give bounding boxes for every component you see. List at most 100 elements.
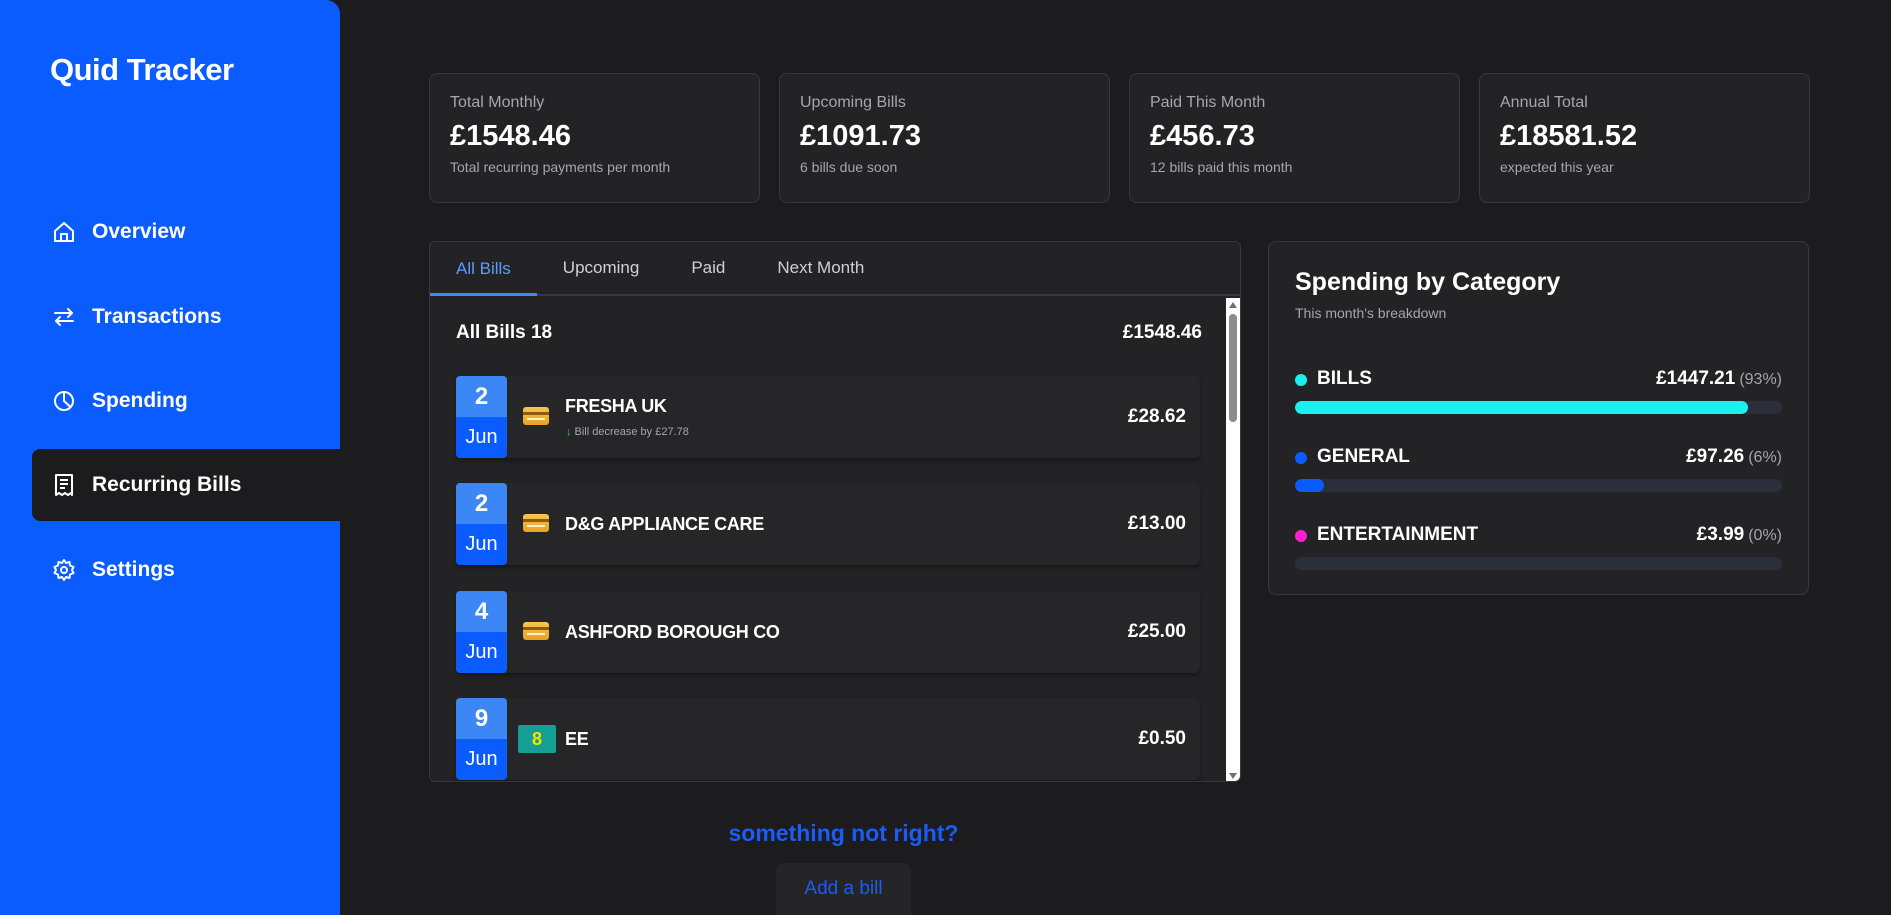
bills-count-title: All Bills 18 xyxy=(456,322,553,343)
category-row-bills: BILLS £1447.21 (93%) xyxy=(1295,368,1782,418)
date-badge: 2 Jun xyxy=(456,376,507,458)
card-icon xyxy=(523,622,549,640)
tab-paid[interactable]: Paid xyxy=(665,242,751,294)
stat-label: Paid This Month xyxy=(1150,94,1266,111)
category-progress-fill xyxy=(1295,479,1325,492)
bills-total: £1548.46 xyxy=(1122,322,1202,343)
category-percent: (93%) xyxy=(1739,371,1782,388)
something-not-right-prompt: something not right? xyxy=(728,820,959,846)
tab-next-month[interactable]: Next Month xyxy=(751,242,890,294)
category-amount-value: £97.26 xyxy=(1686,446,1745,467)
stat-value: £1091.73 xyxy=(800,120,921,152)
receipt-icon xyxy=(52,473,76,497)
bill-note-text: Bill decrease by £27.78 xyxy=(574,426,689,438)
list-item[interactable]: 2 Jun D&G APPLIANCE CARE £13.00 xyxy=(456,483,1200,565)
category-name: BILLS xyxy=(1317,368,1372,389)
category-amount: £97.26 (6%) xyxy=(1686,446,1782,468)
sidebar-item-label: Transactions xyxy=(92,305,222,328)
bill-amount: £28.62 xyxy=(1127,406,1186,427)
arrows-swap-icon xyxy=(52,305,76,329)
stat-subtext: 6 bills due soon xyxy=(800,159,898,175)
stat-label: Upcoming Bills xyxy=(800,94,906,111)
sidebar-item-overview[interactable]: Overview xyxy=(32,196,340,268)
category-amount-value: £3.99 xyxy=(1696,524,1745,545)
sidebar-item-label: Overview xyxy=(92,220,186,243)
app-logo[interactable]: Quid Tracker xyxy=(50,52,234,88)
category-title: Spending by Category xyxy=(1295,268,1561,296)
list-item[interactable]: 9 Jun 8 EE £0.50 xyxy=(456,698,1200,780)
category-dot xyxy=(1295,530,1307,542)
arrow-down-icon: ↓ xyxy=(566,426,572,438)
category-percent: (0%) xyxy=(1748,527,1782,544)
stat-value: £1548.46 xyxy=(450,120,571,152)
category-row-entertainment: ENTERTAINMENT £3.99 (0%) xyxy=(1295,524,1782,574)
date-badge: 9 Jun xyxy=(456,698,507,780)
card-icon xyxy=(523,514,549,532)
spending-by-category-panel: Spending by Category This month's breakd… xyxy=(1268,241,1809,595)
stat-subtext: Total recurring payments per month xyxy=(450,159,671,175)
home-icon xyxy=(52,220,76,244)
category-progress-track xyxy=(1295,557,1782,570)
bills-list-header: All Bills 18 £1548.46 xyxy=(456,322,1202,344)
add-bill-button[interactable]: Add a bill xyxy=(776,863,911,915)
stat-label: Annual Total xyxy=(1500,94,1588,111)
sidebar-item-recurring-bills[interactable]: Recurring Bills xyxy=(32,449,340,521)
sidebar: Quid Tracker Overview Transactions Spend… xyxy=(0,0,340,915)
bills-list[interactable]: All Bills 18 £1548.46 2 Jun FRESHA UK ↓ B… xyxy=(430,298,1228,781)
ee-logo-icon: 8 xyxy=(518,725,556,753)
date-month: Jun xyxy=(456,739,507,780)
date-day: 9 xyxy=(456,698,507,739)
bill-amount: £0.50 xyxy=(1138,728,1186,749)
date-day: 2 xyxy=(456,483,507,524)
category-subtitle: This month's breakdown xyxy=(1295,305,1447,321)
bill-amount: £13.00 xyxy=(1127,513,1186,534)
category-percent: (6%) xyxy=(1748,449,1782,466)
stat-value: £456.73 xyxy=(1150,120,1255,152)
category-row-general: GENERAL £97.26 (6%) xyxy=(1295,446,1782,496)
sidebar-item-spending[interactable]: Spending xyxy=(32,365,340,437)
sidebar-item-label: Settings xyxy=(92,558,175,581)
bills-panel: All Bills Upcoming Paid Next Month All B… xyxy=(429,241,1241,782)
bill-name: FRESHA UK xyxy=(565,396,667,416)
bill-change-note: ↓ Bill decrease by £27.78 xyxy=(566,426,689,438)
gear-icon xyxy=(52,558,76,582)
card-icon xyxy=(523,407,549,425)
stat-card-paid-this-month: Paid This Month £456.73 12 bills paid th… xyxy=(1129,73,1460,203)
stat-value: £18581.52 xyxy=(1500,120,1638,152)
list-item[interactable]: 4 Jun ASHFORD BOROUGH CO £25.00 xyxy=(456,591,1200,673)
sidebar-item-transactions[interactable]: Transactions xyxy=(32,281,340,353)
tab-upcoming[interactable]: Upcoming xyxy=(537,242,666,294)
stat-card-total-monthly: Total Monthly £1548.46 Total recurring p… xyxy=(429,73,760,203)
bill-name: D&G APPLIANCE CARE xyxy=(565,514,764,534)
category-progress-track xyxy=(1295,401,1782,414)
date-day: 2 xyxy=(456,376,507,417)
category-amount: £3.99 (0%) xyxy=(1697,524,1782,546)
tab-all-bills[interactable]: All Bills xyxy=(430,244,537,296)
stat-card-upcoming-bills: Upcoming Bills £1091.73 6 bills due soon xyxy=(779,73,1110,203)
date-month: Jun xyxy=(456,524,507,565)
scroll-down-icon[interactable] xyxy=(1229,773,1237,779)
date-day: 4 xyxy=(456,591,507,632)
scroll-up-icon[interactable] xyxy=(1229,302,1237,308)
sidebar-item-settings[interactable]: Settings xyxy=(32,534,340,606)
sidebar-item-label: Recurring Bills xyxy=(92,473,242,496)
bill-amount: £25.00 xyxy=(1127,621,1186,642)
date-month: Jun xyxy=(456,632,507,673)
bill-name: EE xyxy=(565,729,589,749)
list-item[interactable]: 2 Jun FRESHA UK ↓ Bill decrease by £27.78… xyxy=(456,376,1200,458)
scrollbar-thumb[interactable] xyxy=(1229,314,1237,422)
date-month: Jun xyxy=(456,417,507,458)
stat-subtext: 12 bills paid this month xyxy=(1150,159,1293,175)
bills-scrollbar[interactable] xyxy=(1226,298,1240,781)
category-progress-fill xyxy=(1295,401,1748,414)
stat-label: Total Monthly xyxy=(450,94,545,111)
category-amount: £1447.21 (93%) xyxy=(1656,368,1782,390)
date-badge: 2 Jun xyxy=(456,483,507,565)
stat-subtext: expected this year xyxy=(1500,159,1614,175)
stat-card-annual-total: Annual Total £18581.52 expected this yea… xyxy=(1479,73,1810,203)
category-dot xyxy=(1295,374,1307,386)
bill-name: ASHFORD BOROUGH CO xyxy=(565,622,780,642)
bills-tabs: All Bills Upcoming Paid Next Month xyxy=(430,242,1240,296)
sidebar-item-label: Spending xyxy=(92,389,188,412)
pie-chart-icon xyxy=(52,389,76,413)
